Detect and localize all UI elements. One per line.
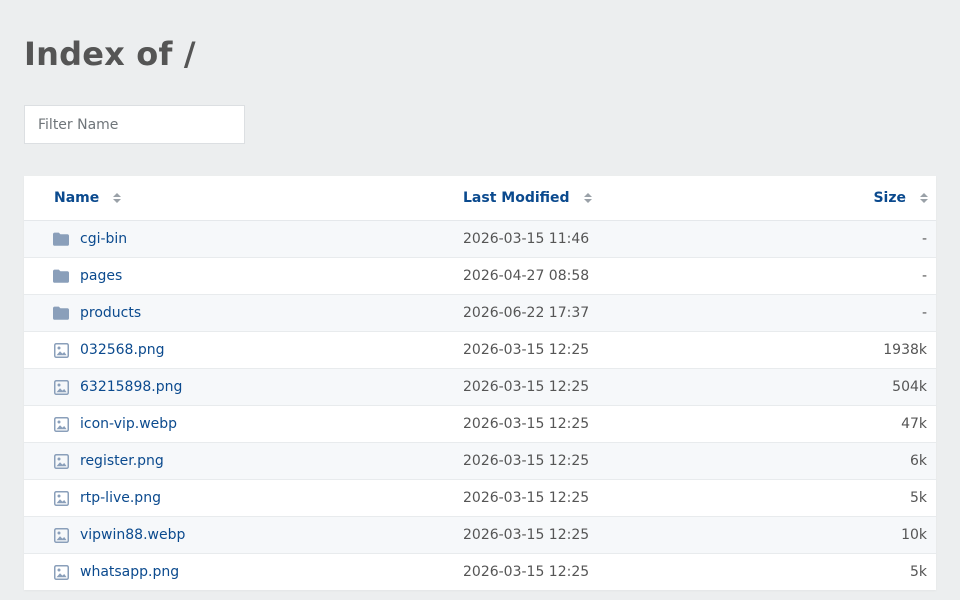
image-file-icon: [52, 415, 70, 433]
modified-cell: 2026-03-15 12:25: [463, 453, 590, 469]
image-file-icon: [52, 341, 70, 359]
sort-arrows-icon: [583, 192, 592, 204]
modified-cell: 2026-06-22 17:37: [463, 305, 590, 321]
size-cell: -: [921, 305, 927, 321]
size-cell: -: [921, 268, 927, 284]
table-body: cgi-bin 2026-03-15 11:46 - pages 2026-04-27 …: [24, 221, 936, 590]
modified-cell: 2026-03-15 12:25: [463, 342, 590, 358]
table-row: 63215898.png 2026-03-15 12:25 504k: [24, 369, 936, 406]
file-link[interactable]: rtp-live.png: [80, 490, 161, 506]
sort-by-size-header[interactable]: Size: [873, 176, 928, 220]
modified-cell: 2026-03-15 12:25: [463, 490, 590, 506]
name-cell: vipwin88.webp: [52, 517, 185, 553]
image-file-icon: [52, 489, 70, 507]
table-row: vipwin88.webp 2026-03-15 12:25 10k: [24, 517, 936, 554]
sort-arrows-icon: [113, 192, 122, 204]
table-header: Name Last Modified Size: [24, 176, 936, 221]
table-row: icon-vip.webp 2026-03-15 12:25 47k: [24, 406, 936, 443]
folder-icon: [52, 304, 70, 322]
table-row: 032568.png 2026-03-15 12:25 1938k: [24, 332, 936, 369]
size-cell: 504k: [892, 379, 927, 395]
table-row: register.png 2026-03-15 12:25 6k: [24, 443, 936, 480]
file-link[interactable]: cgi-bin: [80, 231, 127, 247]
folder-icon: [52, 267, 70, 285]
size-cell: 5k: [909, 564, 927, 580]
file-link[interactable]: whatsapp.png: [80, 564, 179, 580]
file-link[interactable]: icon-vip.webp: [80, 416, 177, 432]
folder-icon: [52, 230, 70, 248]
table-row: products 2026-06-22 17:37 -: [24, 295, 936, 332]
size-header-label: Size: [873, 190, 906, 206]
file-link[interactable]: pages: [80, 268, 122, 284]
table-row: rtp-live.png 2026-03-15 12:25 5k: [24, 480, 936, 517]
sort-arrows-icon: [920, 192, 928, 204]
image-file-icon: [52, 526, 70, 544]
size-cell: 47k: [901, 416, 927, 432]
size-cell: 5k: [909, 490, 927, 506]
modified-cell: 2026-03-15 11:46: [463, 231, 590, 247]
name-cell: 032568.png: [52, 332, 165, 368]
name-cell: 63215898.png: [52, 369, 182, 405]
modified-cell: 2026-03-15 12:25: [463, 379, 590, 395]
name-cell: rtp-live.png: [52, 480, 161, 516]
modified-cell: 2026-03-15 12:25: [463, 416, 590, 432]
name-cell: cgi-bin: [52, 221, 127, 257]
name-cell: register.png: [52, 443, 164, 479]
file-link[interactable]: 032568.png: [80, 342, 165, 358]
image-file-icon: [52, 378, 70, 396]
name-cell: pages: [52, 258, 122, 294]
size-cell: 10k: [901, 527, 927, 543]
file-link[interactable]: 63215898.png: [80, 379, 182, 395]
modified-cell: 2026-03-15 12:25: [463, 564, 590, 580]
size-cell: 6k: [909, 453, 927, 469]
page-title: Index of /: [24, 35, 196, 73]
file-link[interactable]: vipwin88.webp: [80, 527, 185, 543]
image-file-icon: [52, 563, 70, 581]
sort-by-modified-header[interactable]: Last Modified: [463, 176, 592, 220]
table-row: pages 2026-04-27 08:58 -: [24, 258, 936, 295]
file-table: Name Last Modified Size cgi-bin 2026-03-1…: [24, 176, 936, 590]
modified-cell: 2026-03-15 12:25: [463, 527, 590, 543]
directory-listing-page: Index of / Name Last Modified Size cgi-b…: [0, 0, 960, 600]
name-cell: whatsapp.png: [52, 554, 179, 590]
name-header-label: Name: [54, 190, 100, 206]
modified-header-label: Last Modified: [463, 190, 570, 206]
file-link[interactable]: register.png: [80, 453, 164, 469]
modified-cell: 2026-04-27 08:58: [463, 268, 590, 284]
sort-by-name-header[interactable]: Name: [54, 176, 122, 220]
size-cell: -: [921, 231, 927, 247]
table-row: whatsapp.png 2026-03-15 12:25 5k: [24, 554, 936, 590]
table-row: cgi-bin 2026-03-15 11:46 -: [24, 221, 936, 258]
filter-name-input[interactable]: [24, 105, 245, 144]
file-link[interactable]: products: [80, 305, 141, 321]
name-cell: products: [52, 295, 141, 331]
image-file-icon: [52, 452, 70, 470]
size-cell: 1938k: [883, 342, 927, 358]
name-cell: icon-vip.webp: [52, 406, 177, 442]
